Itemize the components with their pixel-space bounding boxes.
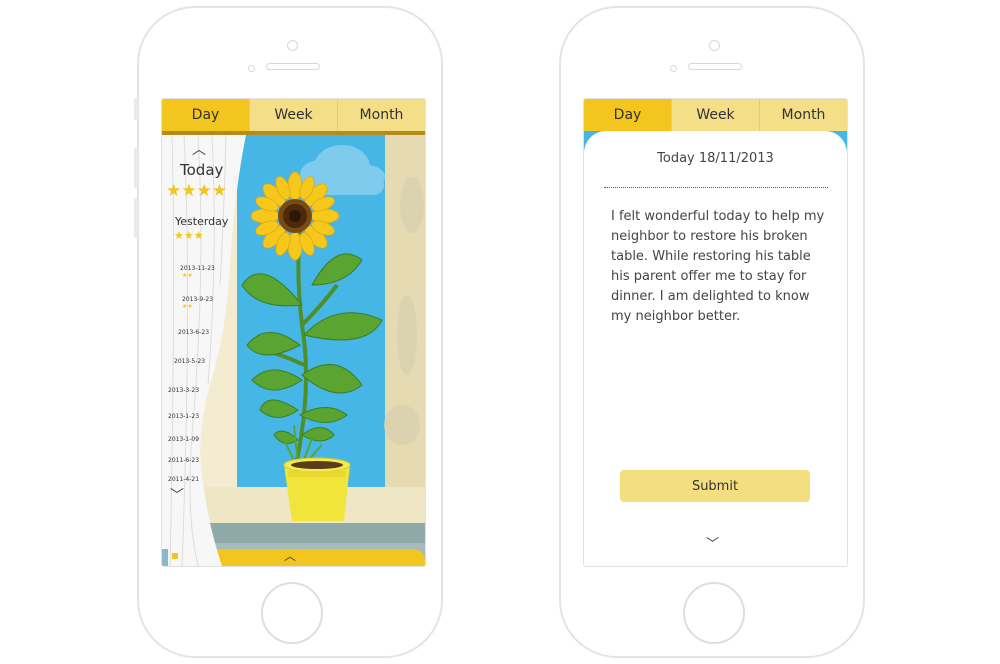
diary-date: Today 18/11/2013 bbox=[657, 151, 774, 166]
tab-day[interactable]: Day bbox=[584, 99, 671, 131]
period-tabs: Day Week Month bbox=[162, 99, 425, 131]
history-entry[interactable]: 2013-9-23 bbox=[182, 296, 213, 303]
earpiece-speaker bbox=[688, 63, 742, 70]
proximity-sensor bbox=[248, 65, 255, 72]
tab-week[interactable]: Week bbox=[249, 99, 337, 131]
tab-day[interactable]: Day bbox=[162, 99, 249, 131]
tab-week[interactable]: Week bbox=[671, 99, 759, 131]
front-camera bbox=[287, 40, 298, 51]
proximity-sensor bbox=[670, 65, 677, 72]
submit-button[interactable]: Submit bbox=[620, 470, 810, 502]
history-yesterday-label[interactable]: Yesterday bbox=[175, 215, 228, 228]
scroll-down-chevron-icon[interactable]: ﹀ bbox=[170, 485, 184, 505]
history-entry[interactable]: 2013-5-23 bbox=[174, 358, 205, 365]
earpiece-speaker bbox=[266, 63, 320, 70]
home-button bbox=[683, 582, 745, 644]
history-entry-stars: ★★ bbox=[182, 303, 193, 310]
history-today-label[interactable]: Today bbox=[180, 161, 223, 179]
volume-up-button bbox=[134, 148, 138, 188]
volume-down-button bbox=[134, 198, 138, 238]
history-entry[interactable]: 2013-3-23 bbox=[168, 387, 199, 394]
phone-frame-right: Day Week Month Today 18/11/2013 I felt w… bbox=[559, 6, 865, 658]
yesterday-rating-stars: ★★★ bbox=[174, 229, 204, 242]
period-tabs: Day Week Month bbox=[584, 99, 847, 131]
dotted-divider bbox=[604, 187, 828, 188]
collapse-down-chevron-icon[interactable]: ﹀ bbox=[706, 533, 719, 552]
phone-frame-left: Day Week Month ︿ Today ★★★★ Yesterday ★★… bbox=[134, 6, 443, 658]
plant-screen: Day Week Month ︿ Today ★★★★ Yesterday ★★… bbox=[161, 98, 426, 567]
history-entry[interactable]: 2011-6-23 bbox=[168, 457, 199, 464]
scroll-up-chevron-icon[interactable]: ︿ bbox=[192, 139, 206, 159]
history-entry[interactable]: 2013-1-09 bbox=[168, 436, 199, 443]
tab-month[interactable]: Month bbox=[759, 99, 847, 131]
history-entry-stars: ★★ bbox=[182, 272, 193, 279]
history-entry[interactable]: 2013-11-23 bbox=[180, 265, 215, 272]
today-rating-stars: ★★★★ bbox=[166, 181, 227, 201]
diary-entry-text[interactable]: I felt wonderful today to help my neighb… bbox=[611, 207, 826, 327]
history-entry[interactable]: 2013-6-23 bbox=[178, 329, 209, 336]
expand-up-chevron-icon[interactable]: ︿ bbox=[284, 547, 296, 564]
front-camera bbox=[709, 40, 720, 51]
mute-switch bbox=[134, 98, 138, 120]
history-entry[interactable]: 2013-1-23 bbox=[168, 413, 199, 420]
tab-month[interactable]: Month bbox=[337, 99, 425, 131]
history-entry[interactable]: 2011-4-21 bbox=[168, 476, 199, 483]
home-button bbox=[261, 582, 323, 644]
diary-screen: Day Week Month Today 18/11/2013 I felt w… bbox=[583, 98, 848, 567]
